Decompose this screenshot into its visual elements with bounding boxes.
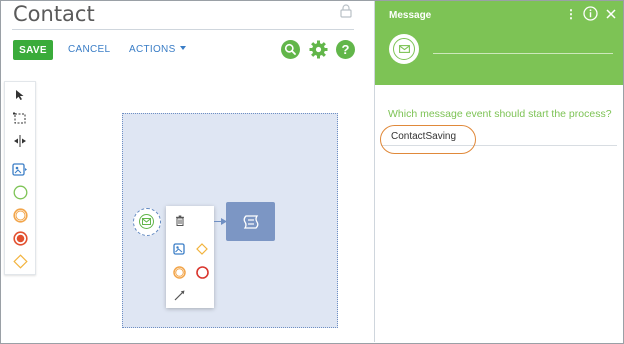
message-event-circle bbox=[393, 38, 415, 60]
gateway-icon[interactable] bbox=[12, 253, 28, 269]
lock-icon[interactable] bbox=[340, 4, 352, 18]
start-event-icon[interactable] bbox=[12, 184, 28, 200]
save-button[interactable]: SAVE bbox=[13, 40, 53, 60]
pointer-icon[interactable] bbox=[12, 87, 28, 103]
element-context-menu bbox=[166, 206, 214, 308]
close-icon[interactable] bbox=[606, 9, 616, 19]
message-event-circle bbox=[139, 214, 154, 229]
script-task[interactable] bbox=[226, 202, 275, 241]
actions-label: ACTIONS bbox=[129, 44, 176, 55]
space-tool-icon[interactable] bbox=[12, 133, 28, 149]
panel-title: Message bbox=[389, 10, 432, 21]
title-divider bbox=[12, 29, 354, 30]
intermediate-event-icon[interactable] bbox=[172, 265, 186, 279]
message-question-label: Which message event should start the pro… bbox=[388, 108, 612, 120]
message-start-event[interactable] bbox=[133, 208, 161, 236]
chevron-down-icon bbox=[179, 46, 186, 50]
subprocess-icon[interactable] bbox=[172, 242, 186, 256]
info-icon[interactable] bbox=[583, 6, 598, 21]
message-field[interactable]: ContactSaving bbox=[391, 131, 456, 142]
intermediate-event-icon[interactable] bbox=[12, 207, 28, 223]
svg-text:?: ? bbox=[342, 42, 350, 57]
delete-icon[interactable] bbox=[173, 213, 187, 227]
search-icon[interactable] bbox=[281, 40, 300, 59]
gear-icon[interactable] bbox=[309, 40, 328, 59]
help-icon[interactable]: ? bbox=[336, 40, 355, 59]
script-icon bbox=[243, 214, 258, 229]
actions-button[interactable]: ACTIONS bbox=[129, 44, 186, 55]
envelope-icon bbox=[398, 45, 410, 53]
envelope-icon bbox=[142, 218, 151, 225]
element-name-field[interactable] bbox=[433, 53, 613, 54]
lasso-select-icon[interactable] bbox=[12, 110, 28, 126]
connector-icon[interactable] bbox=[172, 288, 186, 302]
end-event-icon[interactable] bbox=[12, 230, 28, 246]
properties-panel: Message ⋮ Which message event should sta… bbox=[374, 1, 623, 342]
cancel-button[interactable]: CANCEL bbox=[68, 44, 110, 55]
end-event-icon[interactable] bbox=[195, 265, 209, 279]
page-title: Contact bbox=[13, 2, 95, 26]
subprocess-icon[interactable] bbox=[12, 162, 28, 178]
message-element-badge bbox=[389, 34, 419, 64]
gateway-icon[interactable] bbox=[195, 242, 209, 256]
element-palette bbox=[4, 81, 36, 275]
panel-header: Message ⋮ bbox=[375, 1, 623, 85]
more-options-icon[interactable]: ⋮ bbox=[565, 7, 577, 21]
